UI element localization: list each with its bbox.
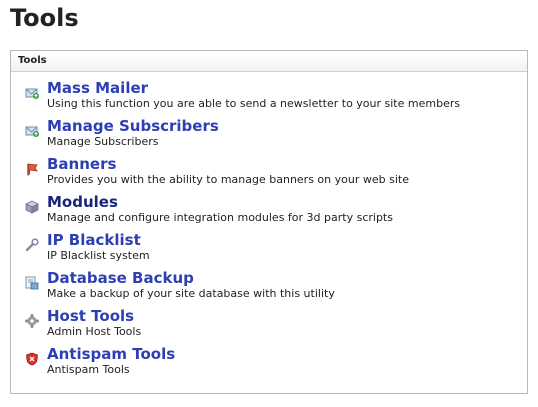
tool-description: Provides you with the ability to manage … xyxy=(47,173,409,186)
tool-item-banners: Banners Provides you with the ability to… xyxy=(11,155,527,193)
banner-flag-icon xyxy=(25,161,39,176)
tool-item-ip-blacklist: IP Blacklist IP Blacklist system xyxy=(11,231,527,269)
tool-description: Manage and configure integration modules… xyxy=(47,211,393,224)
database-backup-icon xyxy=(25,275,39,290)
tool-link-antispam-tools[interactable]: Antispam Tools xyxy=(47,345,527,363)
tool-description: Manage Subscribers xyxy=(47,135,159,148)
tool-link-modules[interactable]: Modules xyxy=(47,193,527,211)
tool-list: Mass Mailer Using this function you are … xyxy=(11,79,527,383)
tool-item-modules: Modules Manage and configure integration… xyxy=(11,193,527,231)
tool-description: IP Blacklist system xyxy=(47,249,150,262)
tool-link-database-backup[interactable]: Database Backup xyxy=(47,269,527,287)
tool-description: Using this function you are able to send… xyxy=(47,97,461,110)
panel-header: Tools xyxy=(11,51,527,72)
tool-link-manage-subscribers[interactable]: Manage Subscribers xyxy=(47,117,527,135)
tools-page: Tools Tools Mass Mailer Using this funct… xyxy=(0,0,538,407)
gear-icon xyxy=(25,313,39,328)
tool-link-host-tools[interactable]: Host Tools xyxy=(47,307,527,325)
tool-description: Admin Host Tools xyxy=(47,325,142,338)
tool-item-mass-mailer: Mass Mailer Using this function you are … xyxy=(11,79,527,117)
tool-description: Antispam Tools xyxy=(47,363,130,376)
tool-description: Make a backup of your site database with… xyxy=(47,287,335,300)
page-title: Tools xyxy=(10,4,79,32)
mail-envelope-icon xyxy=(25,123,39,137)
tool-link-mass-mailer[interactable]: Mass Mailer xyxy=(47,79,527,97)
wrench-icon xyxy=(25,237,39,252)
tool-item-manage-subscribers: Manage Subscribers Manage Subscribers xyxy=(11,117,527,155)
mail-envelope-icon xyxy=(25,85,39,99)
tool-link-ip-blacklist[interactable]: IP Blacklist xyxy=(47,231,527,249)
shield-icon xyxy=(25,351,39,366)
tool-item-antispam-tools: Antispam Tools Antispam Tools xyxy=(11,345,527,383)
tools-panel: Tools Mass Mailer Using this function yo… xyxy=(10,50,528,394)
tool-link-banners[interactable]: Banners xyxy=(47,155,527,173)
tool-item-host-tools: Host Tools Admin Host Tools xyxy=(11,307,527,345)
tool-item-database-backup: Database Backup Make a backup of your si… xyxy=(11,269,527,307)
module-cube-icon xyxy=(25,199,39,214)
